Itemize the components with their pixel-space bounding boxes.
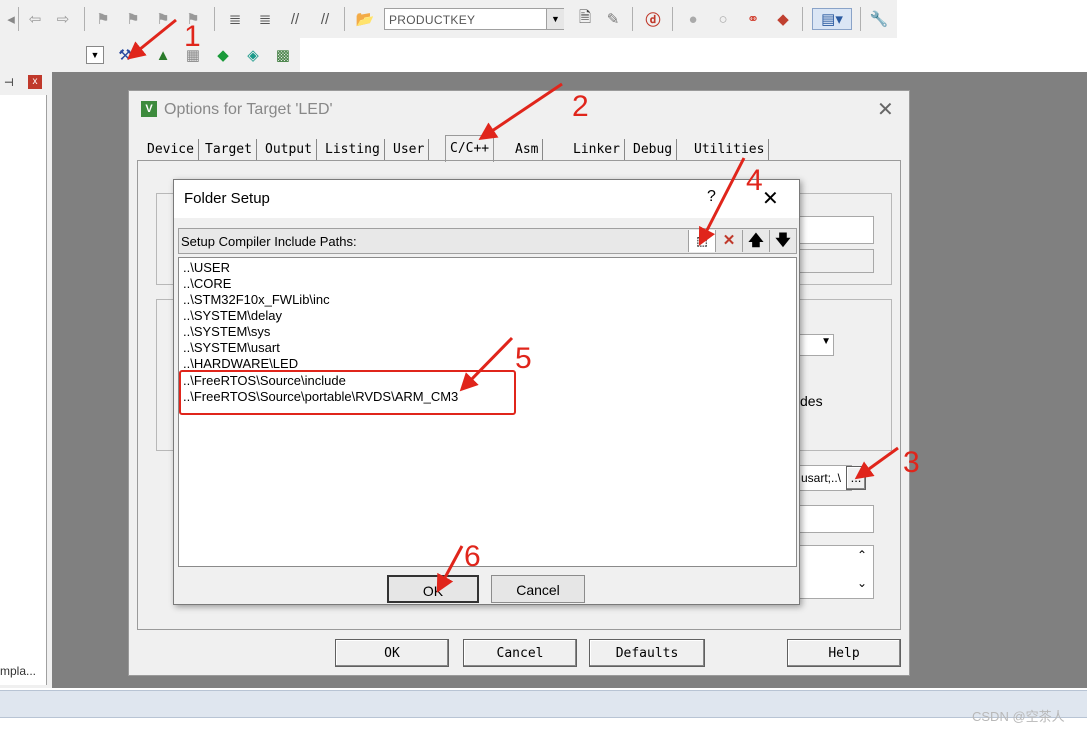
arrow-2: [478, 82, 563, 141]
annotation-number: 2: [572, 90, 589, 123]
annotation-number: 1: [184, 20, 201, 53]
arrow-5: [459, 336, 514, 392]
annotation-number: 3: [903, 446, 920, 479]
annotation-number: 6: [464, 540, 481, 573]
arrow-1: [127, 18, 177, 60]
annotation-number: 5: [515, 342, 532, 375]
arrow-4: [698, 157, 746, 247]
annotation-arrows: [127, 18, 899, 593]
arrow-3: [854, 446, 899, 480]
annotation-number: 4: [746, 164, 763, 197]
arrow-6: [436, 545, 464, 593]
